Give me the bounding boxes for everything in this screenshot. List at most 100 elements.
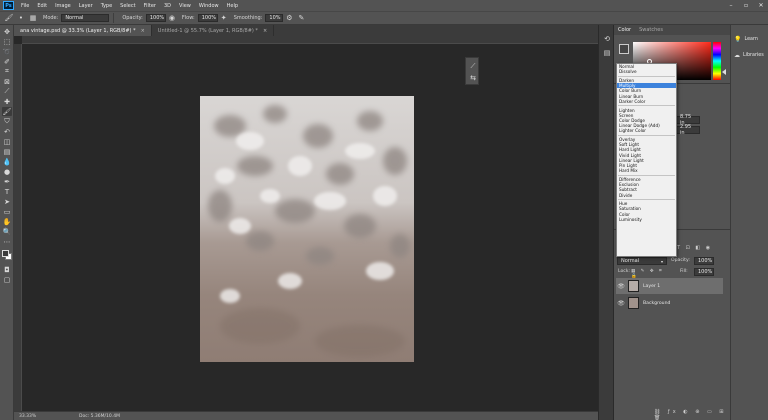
history-brush-tool-icon[interactable]: ↶	[2, 127, 12, 136]
menu-window[interactable]: Window	[195, 3, 223, 9]
menu-3d[interactable]: 3D	[160, 3, 175, 9]
layer-name[interactable]: Layer 1	[643, 284, 660, 289]
gradient-tool-icon[interactable]: ▤	[2, 147, 12, 156]
foreground-color-swatch[interactable]	[2, 250, 9, 257]
zoom-tool-icon[interactable]: 🔍	[2, 227, 12, 236]
menu-edit[interactable]: Edit	[33, 3, 51, 9]
quick-select-tool-icon[interactable]: ✐	[2, 57, 12, 66]
vertical-ruler[interactable]	[14, 44, 22, 411]
brush-settings-icon[interactable]: ▦	[28, 13, 38, 23]
brush-preset-icon[interactable]: 🖌	[4, 13, 14, 23]
crop-tool-icon[interactable]: ⌗	[2, 67, 12, 76]
blend-mode-option[interactable]: Darker Color	[617, 99, 676, 104]
maximize-icon[interactable]: ▫	[739, 0, 753, 11]
menu-help[interactable]: Help	[223, 3, 242, 9]
hand-tool-icon[interactable]: ✋	[2, 217, 12, 226]
adjust-panel-icon[interactable]: ⇆	[468, 74, 478, 82]
options-bar: 🖌 • ▦ Mode: Normal Opacity: 100% ◉ Flow:…	[0, 11, 768, 25]
lasso-tool-icon[interactable]: ➰	[2, 47, 12, 56]
path-select-tool-icon[interactable]: ➤	[2, 197, 12, 206]
blend-mode-option[interactable]: Hard Mix	[617, 168, 676, 173]
width-field[interactable]: 8.75 in	[676, 114, 700, 126]
collapsed-panel-strip: ⟲ ▤	[598, 25, 614, 420]
type-tool-icon[interactable]: T	[2, 187, 12, 196]
tab-swatches[interactable]: Swatches	[635, 25, 667, 35]
layer-blend-mode-select[interactable]: Normal ▾	[617, 257, 667, 265]
visibility-eye-icon[interactable]: 👁	[616, 300, 626, 307]
fill-field[interactable]: 100%	[694, 268, 714, 276]
layer-thumbnail	[628, 280, 639, 292]
move-tool-icon[interactable]: ✥	[2, 27, 12, 36]
floating-mini-panel: ⟋ ⇆	[465, 57, 479, 85]
pen-tool-icon[interactable]: ✒	[2, 177, 12, 186]
blend-mode-option[interactable]: Luminosity	[617, 217, 676, 222]
pressure-size-icon[interactable]: ✎	[296, 13, 306, 23]
blur-tool-icon[interactable]: 💧	[2, 157, 12, 166]
properties-panel-icon[interactable]: ▤	[602, 49, 612, 59]
shape-tool-icon[interactable]: ▭	[2, 207, 12, 216]
dodge-tool-icon[interactable]: ●	[2, 167, 12, 176]
hue-slider-handle[interactable]	[722, 69, 726, 75]
flow-field[interactable]: 100%	[197, 14, 218, 22]
opacity-field[interactable]: 100%	[145, 14, 166, 22]
lock-icons[interactable]: ▦ ✎ ✥ ⌗ 🔒	[631, 268, 671, 279]
tab-untitled-1[interactable]: Untitled-1 @ 55.7% (Layer 1, RGB/8#) * ×	[151, 25, 275, 36]
eyedropper-tool-icon[interactable]: ⟋	[2, 87, 12, 96]
menu-file[interactable]: File	[17, 3, 33, 9]
history-panel-icon[interactable]: ⟲	[602, 35, 612, 45]
zoom-level[interactable]: 33.33%	[19, 414, 59, 419]
chevron-down-icon: ▾	[660, 258, 663, 264]
minimize-icon[interactable]: –	[724, 0, 738, 11]
clone-stamp-tool-icon[interactable]: ⛉	[2, 117, 12, 126]
brush-size-icon[interactable]: •	[16, 13, 26, 23]
menu-view[interactable]: View	[175, 3, 195, 9]
screen-mode-icon[interactable]: ▢	[2, 275, 12, 284]
airbrush-icon[interactable]: ✦	[219, 13, 229, 23]
menu-select[interactable]: Select	[116, 3, 139, 9]
layer-row-layer-1[interactable]: 👁 Layer 1	[616, 278, 723, 294]
layers-footer: ⛓ ƒx ◐ ⊕ ▭ ⊞ 🗑	[654, 409, 727, 420]
quick-mask-icon[interactable]: ◘	[2, 265, 12, 274]
menu-separator	[618, 174, 675, 176]
horizontal-ruler[interactable]	[22, 36, 598, 44]
color-panel-tabs: Color Swatches	[614, 25, 730, 35]
menu-type[interactable]: Type	[97, 3, 116, 9]
smoothing-gear-icon[interactable]: ⚙	[284, 13, 294, 23]
brush-tool-icon[interactable]: 🖌	[2, 107, 12, 116]
tab-color[interactable]: Color	[614, 25, 635, 35]
tab-label: ana vintage.psd @ 33.3% (Layer 1, RGB/8#…	[20, 27, 136, 34]
layer-row-background[interactable]: 👁 Background	[616, 295, 723, 311]
marquee-tool-icon[interactable]: ⬚	[2, 37, 12, 46]
close-window-icon[interactable]: ✕	[754, 0, 768, 11]
menu-image[interactable]: Image	[51, 3, 75, 9]
visibility-eye-icon[interactable]: 👁	[616, 283, 626, 290]
healing-tool-icon[interactable]: ✚	[2, 97, 12, 106]
layer-opacity-field[interactable]: 100%	[694, 257, 714, 265]
learn-item[interactable]: 💡 Learn	[734, 36, 758, 43]
libraries-item[interactable]: ☁ Libraries	[734, 52, 764, 59]
layer-name[interactable]: Background	[643, 301, 670, 306]
mode-label: Mode:	[43, 15, 59, 21]
close-tab-icon[interactable]: ×	[141, 28, 145, 34]
fill-label: Fill:	[680, 269, 688, 274]
tab-ana-vintage[interactable]: ana vintage.psd @ 33.3% (Layer 1, RGB/8#…	[14, 25, 152, 36]
document-canvas[interactable]	[200, 96, 414, 362]
foreground-swatch[interactable]	[619, 44, 629, 54]
layer-filter-icons[interactable]: T ⊡ ◧ ◉	[677, 245, 729, 253]
layer-opacity-label: Opacity:	[671, 258, 690, 263]
brush-settings-panel-icon[interactable]: ⟋	[468, 62, 478, 70]
blend-mode-option[interactable]: Dissolve	[617, 69, 676, 74]
edit-toolbar-icon[interactable]: ⋯	[2, 237, 12, 246]
eraser-tool-icon[interactable]: ◫	[2, 137, 12, 146]
pressure-opacity-icon[interactable]: ◉	[167, 13, 177, 23]
hue-slider[interactable]	[713, 42, 721, 80]
blend-mode-option[interactable]: Lighter Color	[617, 128, 676, 133]
close-tab-icon[interactable]: ×	[263, 28, 267, 34]
smoothing-field[interactable]: 10%	[265, 14, 284, 22]
blend-mode-option[interactable]: Divide	[617, 193, 676, 198]
frame-tool-icon[interactable]: ⊠	[2, 77, 12, 86]
mode-select[interactable]: Normal	[61, 14, 110, 22]
menu-filter[interactable]: Filter	[140, 3, 160, 9]
height-field[interactable]: 2.95 in	[676, 124, 700, 136]
menu-layer[interactable]: Layer	[75, 3, 97, 9]
